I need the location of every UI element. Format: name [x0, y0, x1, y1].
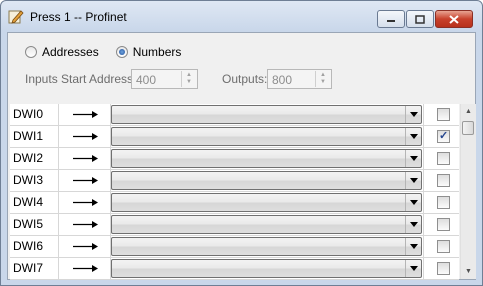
- maximize-icon: [415, 14, 425, 24]
- right-arrow-icon: [73, 155, 98, 162]
- minimize-icon: [387, 20, 395, 22]
- spin-down-icon[interactable]: ▼: [182, 78, 196, 85]
- outputs-label: Outputs:: [222, 72, 268, 86]
- mapping-combobox[interactable]: [111, 105, 422, 124]
- check-cell: [423, 192, 459, 213]
- chevron-down-icon[interactable]: [405, 172, 421, 189]
- scroll-down-icon[interactable]: ▼: [461, 264, 476, 279]
- row-name: DWI5: [10, 214, 59, 235]
- arrow-cell: [59, 148, 111, 169]
- right-arrow-icon: [73, 265, 98, 272]
- close-button[interactable]: [435, 10, 473, 28]
- right-arrow-icon: [73, 199, 98, 206]
- check-cell: [423, 126, 459, 147]
- scroll-up-icon[interactable]: ▲: [461, 104, 476, 119]
- row-checkbox[interactable]: [437, 152, 450, 165]
- check-cell: [423, 104, 459, 125]
- row-name: DWI0: [10, 104, 59, 125]
- table-row: DWI4: [10, 192, 459, 214]
- arrow-cell: [59, 126, 111, 147]
- numbers-radio-label[interactable]: Numbers: [133, 45, 182, 59]
- arrow-cell: [59, 104, 111, 125]
- row-checkbox[interactable]: [437, 262, 450, 275]
- window-title: Press 1 -- Profinet: [30, 10, 127, 24]
- table-row: DWI6: [10, 236, 459, 258]
- spin-down-icon[interactable]: ▼: [316, 78, 330, 85]
- row-name: DWI1: [10, 126, 59, 147]
- client-area: Addresses Numbers Inputs Start Address: …: [7, 32, 476, 280]
- table-row: DWI5: [10, 214, 459, 236]
- chevron-down-icon[interactable]: [405, 106, 421, 123]
- row-name: DWI4: [10, 192, 59, 213]
- maximize-button[interactable]: [406, 10, 434, 28]
- app-pencil-icon: [8, 10, 24, 24]
- row-checkbox[interactable]: [437, 196, 450, 209]
- right-arrow-icon: [73, 243, 98, 250]
- mapping-grid: DWI0 DWI1 DWI2 DWI3 DWI4 DWI5 DWI6 DWI7: [10, 104, 459, 280]
- row-name: DWI7: [10, 258, 59, 279]
- chevron-down-icon[interactable]: [405, 150, 421, 167]
- row-checkbox[interactable]: [437, 218, 450, 231]
- table-row: DWI2: [10, 148, 459, 170]
- mapping-combobox[interactable]: [111, 171, 422, 190]
- chevron-down-icon[interactable]: [405, 260, 421, 277]
- chevron-down-icon[interactable]: [405, 238, 421, 255]
- chevron-down-icon[interactable]: [405, 194, 421, 211]
- close-icon: [449, 14, 459, 24]
- row-name: DWI6: [10, 236, 59, 257]
- right-arrow-icon: [73, 177, 98, 184]
- mapping-combobox[interactable]: [111, 259, 422, 278]
- right-arrow-icon: [73, 221, 98, 228]
- mapping-combobox[interactable]: [111, 127, 422, 146]
- check-cell: [423, 258, 459, 279]
- table-row: DWI0: [10, 104, 459, 126]
- dialog-window: Press 1 -- Profinet Addresses Numbers In…: [0, 0, 483, 286]
- title-bar[interactable]: Press 1 -- Profinet: [1, 1, 482, 31]
- row-checkbox[interactable]: [437, 240, 450, 253]
- check-cell: [423, 236, 459, 257]
- inputs-start-address-spinner[interactable]: 400 ▲ ▼: [131, 69, 198, 89]
- row-checkbox[interactable]: [437, 129, 450, 143]
- row-name: DWI3: [10, 170, 59, 191]
- right-arrow-icon: [73, 133, 98, 140]
- mapping-combobox[interactable]: [111, 215, 422, 234]
- chevron-down-icon[interactable]: [405, 216, 421, 233]
- addresses-radio[interactable]: [25, 46, 37, 58]
- table-row: DWI3: [10, 170, 459, 192]
- row-checkbox[interactable]: [437, 174, 450, 187]
- row-name: DWI2: [10, 148, 59, 169]
- arrow-cell: [59, 214, 111, 235]
- arrow-cell: [59, 170, 111, 191]
- mapping-combobox[interactable]: [111, 149, 422, 168]
- row-checkbox[interactable]: [437, 108, 450, 121]
- outputs-value: 800: [272, 73, 293, 87]
- chevron-down-icon[interactable]: [405, 128, 421, 145]
- spin-up-icon[interactable]: ▲: [316, 71, 330, 78]
- minimize-button[interactable]: [377, 10, 405, 28]
- check-cell: [423, 148, 459, 169]
- outputs-spinner[interactable]: 800 ▲ ▼: [267, 69, 332, 89]
- addresses-radio-label[interactable]: Addresses: [42, 45, 99, 59]
- table-row: DWI7: [10, 258, 459, 280]
- numbers-radio[interactable]: [115, 46, 128, 58]
- spin-up-icon[interactable]: ▲: [182, 71, 196, 78]
- scroll-thumb[interactable]: [462, 121, 474, 135]
- arrow-cell: [59, 236, 111, 257]
- arrow-cell: [59, 192, 111, 213]
- right-arrow-icon: [73, 111, 98, 118]
- arrow-cell: [59, 258, 111, 279]
- check-cell: [423, 214, 459, 235]
- inputs-start-address-value: 400: [136, 73, 157, 87]
- mapping-combobox[interactable]: [111, 237, 422, 256]
- inputs-start-address-label: Inputs Start Address:: [25, 72, 137, 86]
- mapping-combobox[interactable]: [111, 193, 422, 212]
- table-row: DWI1: [10, 126, 459, 148]
- check-cell: [423, 170, 459, 191]
- vertical-scrollbar[interactable]: ▲ ▼: [460, 104, 476, 279]
- mode-radio-group: Addresses Numbers: [25, 45, 181, 59]
